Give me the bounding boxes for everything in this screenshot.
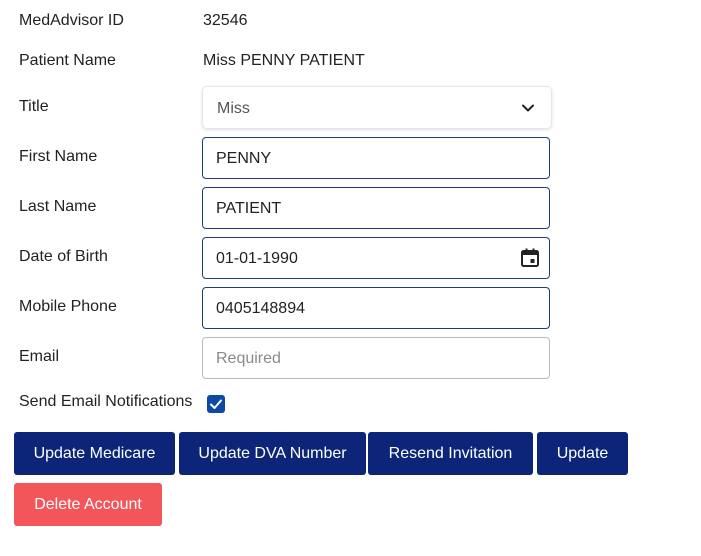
last-name-input-value: PATIENT [216, 200, 282, 217]
mobile-phone-input-value: 0405148894 [216, 300, 305, 317]
first-name-input-value: PENNY [216, 150, 272, 167]
date-of-birth-input-value: 01-01-1990 [216, 250, 298, 267]
first-name-input[interactable]: PENNY [202, 137, 550, 179]
mobile-phone-label: Mobile Phone [19, 298, 117, 315]
email-label: Email [19, 348, 60, 365]
medadvisor-id-value: 32546 [203, 12, 248, 29]
resend-invitation-button[interactable]: Resend Invitation [368, 432, 533, 475]
patient-name-label: Patient Name [19, 52, 116, 69]
send-email-notifications-checkbox[interactable] [207, 395, 225, 413]
first-name-label: First Name [19, 148, 98, 165]
calendar-icon[interactable] [519, 247, 541, 269]
email-input[interactable]: Required [202, 337, 550, 379]
update-button[interactable]: Update [537, 432, 628, 475]
mobile-phone-input[interactable]: 0405148894 [202, 287, 550, 329]
delete-account-button[interactable]: Delete Account [14, 483, 162, 526]
patient-details-form: MedAdvisor ID 32546 Patient Name Miss PE… [0, 0, 701, 556]
check-icon [210, 399, 222, 409]
update-medicare-button[interactable]: Update Medicare [14, 432, 175, 475]
patient-name-value: Miss PENNY PATIENT [203, 52, 365, 69]
last-name-input[interactable]: PATIENT [202, 187, 550, 229]
title-select-value: Miss [217, 100, 250, 117]
update-dva-number-button[interactable]: Update DVA Number [179, 432, 366, 475]
date-of-birth-label: Date of Birth [19, 248, 108, 265]
send-email-notifications-label: Send Email Notifications [19, 393, 193, 410]
email-input-placeholder: Required [216, 350, 281, 367]
last-name-label: Last Name [19, 198, 97, 215]
title-label: Title [19, 98, 49, 115]
medadvisor-id-label: MedAdvisor ID [19, 12, 124, 29]
date-of-birth-input[interactable]: 01-01-1990 [202, 237, 550, 279]
chevron-down-icon [522, 104, 534, 112]
title-select[interactable]: Miss [202, 86, 552, 129]
